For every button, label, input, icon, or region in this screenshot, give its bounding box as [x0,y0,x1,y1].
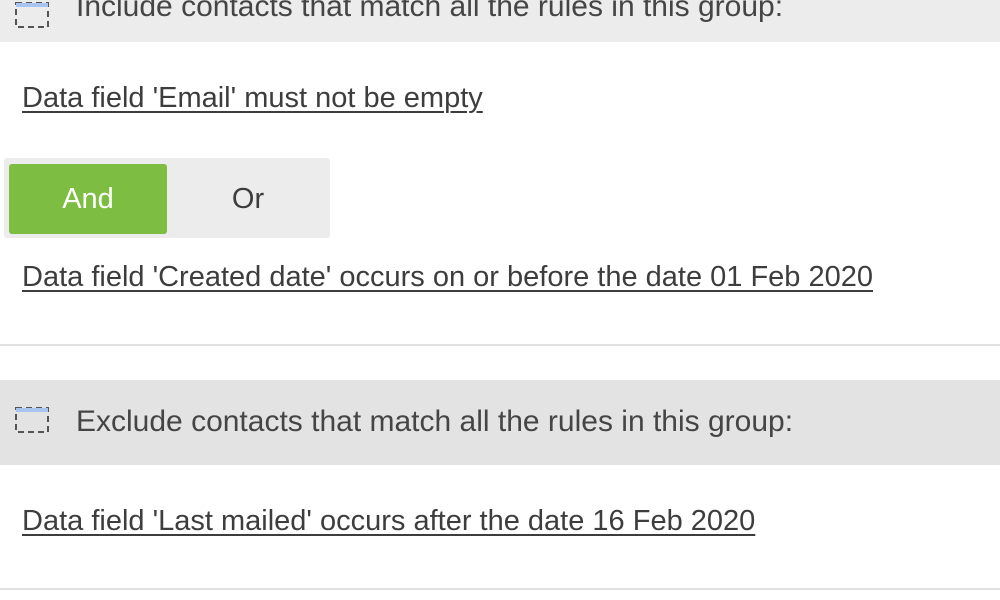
exclude-group-text: Exclude contacts that match all the rule… [76,405,794,438]
rule-last-mailed-link[interactable]: Data field 'Last mailed' occurs after th… [22,505,755,538]
group-divider [0,588,1000,590]
group-divider [0,344,1000,346]
group-checkbox-icon[interactable] [15,2,49,28]
exclude-group-header: Exclude contacts that match all the rule… [0,380,1000,465]
include-group-text: Include contacts that match all the rule… [76,0,784,23]
and-toggle-button[interactable]: And [9,164,167,234]
segment-rules-panel: Include contacts that match all the rule… [0,0,1000,600]
rule-email-not-empty-link[interactable]: Data field 'Email' must not be empty [22,82,483,115]
rule-created-date-link[interactable]: Data field 'Created date' occurs on or b… [22,261,873,294]
or-toggle-button[interactable]: Or [169,164,327,234]
and-or-toggle: And Or [4,158,330,238]
include-group-header: Include contacts that match all the rule… [0,0,1000,42]
group-checkbox-icon[interactable] [15,407,49,433]
